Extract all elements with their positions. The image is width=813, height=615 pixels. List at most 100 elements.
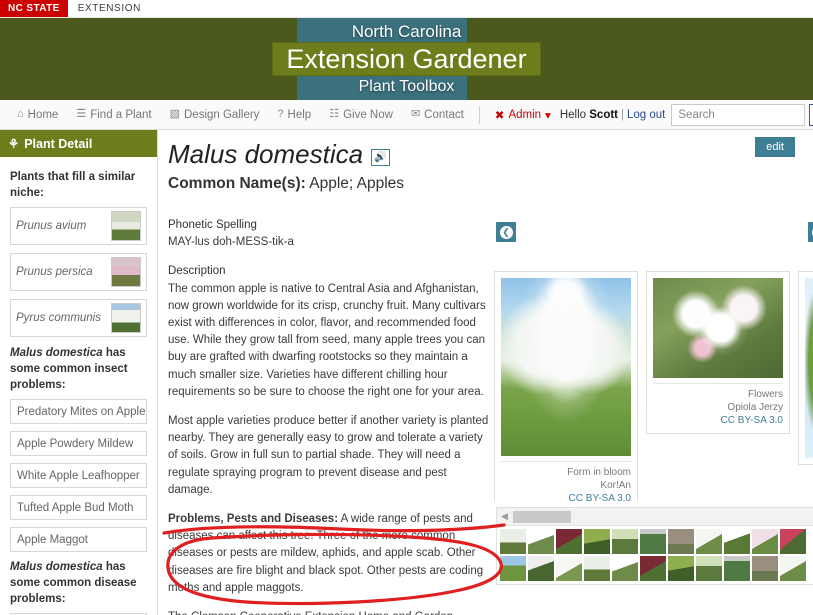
problems-text: A wide range of pests and diseases can a… <box>168 513 484 594</box>
insect-problem-item[interactable]: Apple Maggot <box>10 527 147 552</box>
gallery-prev-button[interactable]: ❮ <box>496 222 516 242</box>
plant-sprout-icon: ⚘ <box>8 137 20 151</box>
extension-label[interactable]: EXTENSION <box>68 0 151 17</box>
slide-caption-license[interactable]: CC BY-SA 3.0 <box>501 492 631 501</box>
nav-label-design-gallery: Design Gallery <box>184 108 260 121</box>
sidebar: ⚘ Plant Detail Plants that fill a simila… <box>0 130 158 615</box>
page-body: ⚘ Plant Detail Plants that fill a simila… <box>0 130 813 615</box>
nav-label-admin: Admin <box>508 108 542 121</box>
filmstrip-thumbnails <box>497 526 813 584</box>
nav-item-find-a-plant[interactable]: ☰ Find a Plant <box>67 109 160 121</box>
insect-problem-item[interactable]: Apple Powdery Mildew <box>10 431 147 456</box>
insect-problem-item[interactable]: Predatory Mites on Apple <box>10 399 147 424</box>
edit-button[interactable]: edit <box>755 137 795 157</box>
common-name-row: Common Name(s): Apple; Apples <box>168 175 813 193</box>
nav-item-contact[interactable]: ✉ Contact <box>402 109 473 121</box>
hero-line-plant-toolbox: Plant Toolbox <box>358 78 455 95</box>
similar-plant-name: Prunus persica <box>16 266 93 278</box>
filmstrip-thumbnail[interactable] <box>612 556 638 581</box>
filmstrip-thumbnail[interactable] <box>696 529 722 554</box>
filmstrip-thumbnail[interactable] <box>556 529 582 554</box>
filmstrip-thumbnail[interactable] <box>584 556 610 581</box>
nav-user-area: Hello Scott | Log out Search <box>560 103 813 126</box>
filmstrip-thumbnail[interactable] <box>752 529 778 554</box>
filmstrip-thumbnail[interactable] <box>528 556 554 581</box>
sidebar-content: Plants that fill a similar niche: Prunus… <box>0 157 157 615</box>
filmstrip-thumbnail[interactable] <box>724 529 750 554</box>
filmstrip-thumbnail[interactable] <box>780 556 806 581</box>
disease-problems-heading: Malus domestica has some common disease … <box>10 559 147 607</box>
nav-label-give-now: Give Now <box>343 108 393 121</box>
slide-caption-credit: Kor!An <box>600 480 631 491</box>
gift-icon: ☷ <box>329 108 340 120</box>
user-name: Scott <box>589 108 618 121</box>
home-icon: ⌂ <box>17 108 24 120</box>
slide-caption-title: Form in bloom <box>567 467 631 478</box>
nav-item-help[interactable]: ? Help <box>268 109 320 121</box>
filmstrip-scroll-thumb[interactable] <box>513 511 571 523</box>
filmstrip-thumbnail[interactable] <box>780 529 806 554</box>
plant-thumbnail-image <box>111 303 141 333</box>
speaker-icon[interactable]: 🔊 <box>371 148 391 166</box>
slide-caption-license[interactable]: CC BY-SA 3.0 <box>653 414 783 427</box>
filmstrip-thumbnail[interactable] <box>752 556 778 581</box>
chevron-left-icon: ❮ <box>499 225 513 239</box>
similar-plant-card[interactable]: Prunus persica <box>10 253 147 291</box>
filmstrip-thumbnail[interactable] <box>556 556 582 581</box>
filmstrip-thumbnail[interactable] <box>500 529 526 554</box>
insect-problem-item[interactable]: Tufted Apple Bud Moth <box>10 495 147 520</box>
plant-thumbnail-image <box>111 211 141 241</box>
nav-links: ⌂ Home ☰ Find a Plant ▧ Design Gallery ?… <box>8 105 560 124</box>
similar-plant-name: Pyrus communis <box>16 312 101 324</box>
filmstrip-thumbnail[interactable] <box>668 556 694 581</box>
search-input[interactable] <box>671 103 806 126</box>
admin-gear-icon: ✖ <box>494 109 505 122</box>
gallery-slide-partial[interactable] <box>798 271 813 465</box>
similar-plant-card[interactable]: Prunus avium <box>10 207 147 245</box>
description-heading: Description <box>168 265 226 278</box>
nav-label-home: Home <box>27 108 59 121</box>
filmstrip-thumbnail[interactable] <box>668 529 694 554</box>
gallery-next-button[interactable]: ❯ <box>808 222 813 242</box>
gallery-filmstrip: ◀ ▶ <box>496 507 813 585</box>
plant-thumbnail-image <box>111 257 141 287</box>
filmstrip-thumbnail[interactable] <box>500 556 526 581</box>
main-content: edit Malus domestica 🔊 Common Name(s): A… <box>158 130 813 615</box>
filmstrip-left-arrow-icon[interactable]: ◀ <box>501 511 508 522</box>
user-greeting: Hello Scott | Log out <box>560 109 666 121</box>
filmstrip-scrollbar[interactable]: ◀ ▶ <box>497 508 813 526</box>
insect-problem-item[interactable]: White Apple Leafhopper <box>10 463 147 488</box>
clemson-text-before: The Clemson Cooperative Extension Home a… <box>168 611 453 615</box>
problems-label: Problems, Pests and Diseases: <box>168 513 339 526</box>
phonetic-heading: Phonetic Spelling <box>168 219 257 231</box>
hero-text-block: North Carolina Extension Gardener Plant … <box>0 18 813 100</box>
sidebar-title: Plant Detail <box>24 136 93 151</box>
page-title: Malus domestica <box>168 139 364 169</box>
search-button[interactable]: Search <box>809 103 813 126</box>
hero-line-extension-gardener: Extension Gardener <box>272 42 541 76</box>
filmstrip-thumbnail[interactable] <box>584 529 610 554</box>
gallery-slide[interactable]: Form in bloom Kor!An CC BY-SA 3.0 <box>494 271 638 501</box>
filmstrip-thumbnail[interactable] <box>612 529 638 554</box>
nav-item-home[interactable]: ⌂ Home <box>8 109 67 121</box>
description-paragraph-2: Most apple varieties produce better if a… <box>168 415 489 496</box>
nav-item-give-now[interactable]: ☷ Give Now <box>320 109 402 121</box>
nav-item-design-gallery[interactable]: ▧ Design Gallery <box>161 109 269 121</box>
filmstrip-thumbnail[interactable] <box>696 556 722 581</box>
filmstrip-thumbnail[interactable] <box>528 529 554 554</box>
filmstrip-thumbnail[interactable] <box>724 556 750 581</box>
nav-item-admin[interactable]: ✖ Admin ▾ <box>486 108 560 122</box>
image-gallery: ❮ ❯ Form in bloom Kor!An CC BY-SA 3.0 <box>494 217 813 615</box>
filmstrip-thumbnail[interactable] <box>640 556 666 581</box>
gallery-slide[interactable]: Flowers Opiola Jerzy CC BY-SA 3.0 <box>646 271 790 434</box>
similar-plant-card[interactable]: Pyrus communis <box>10 299 147 337</box>
problems-paragraph: Problems, Pests and Diseases: A wide ran… <box>168 511 490 597</box>
greeting-prefix: Hello <box>559 108 587 121</box>
logout-link[interactable]: Log out <box>627 109 665 121</box>
plant-description-column: Phonetic Spelling MAY-lus doh-MESS-tik-a… <box>168 217 494 615</box>
greeting-divider: | <box>621 108 624 121</box>
nc-state-logo[interactable]: NC STATE <box>0 0 68 17</box>
slide-image-partial <box>805 278 813 458</box>
filmstrip-thumbnail[interactable] <box>640 529 666 554</box>
slide-caption-credit: Opiola Jerzy <box>727 402 783 413</box>
